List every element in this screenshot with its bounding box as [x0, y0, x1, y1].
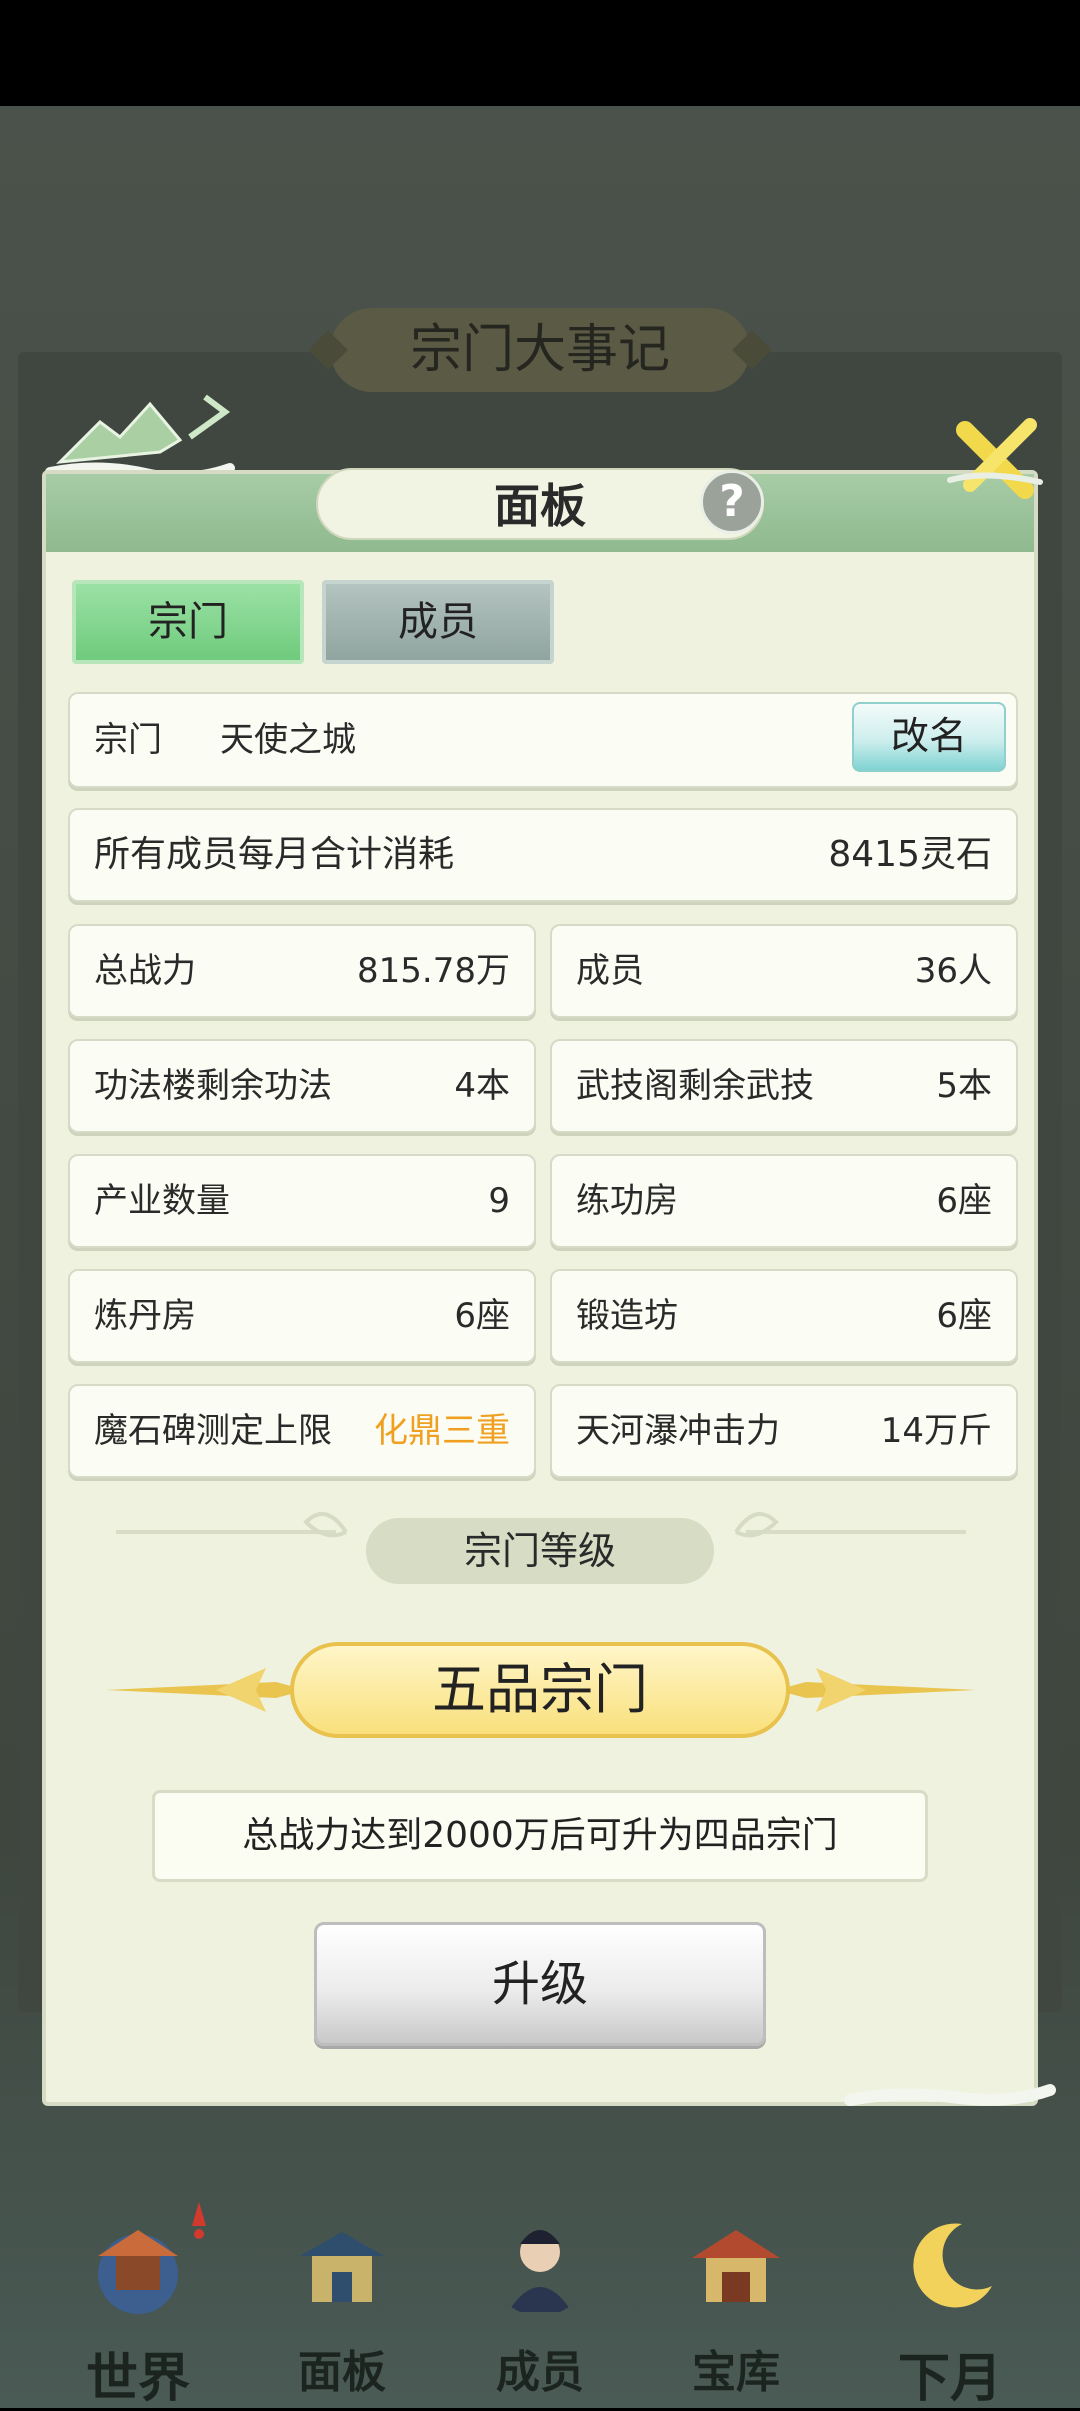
stat-value: 14万斤	[880, 1411, 992, 1451]
background-title: 宗门大事记	[330, 308, 750, 392]
sect-name-row: 宗门 天使之城 改名	[68, 692, 1018, 788]
sect-grade: 五品宗门	[290, 1642, 790, 1738]
temple-icon	[98, 2230, 178, 2314]
cloud-icon	[844, 2084, 1056, 2106]
stat-label: 武技阁剩余武技	[576, 1066, 814, 1106]
stat-value: 36人	[914, 951, 992, 991]
stat-total-power: 总战力 815.78万	[68, 924, 536, 1018]
stat-label: 锻造坊	[576, 1296, 678, 1336]
monthly-cost-row: 所有成员每月合计消耗 8415灵石	[68, 808, 1018, 902]
nav-label: 下月	[897, 2349, 1002, 2409]
dialog-title: 面板	[316, 468, 764, 540]
close-icon[interactable]	[945, 410, 1045, 510]
stat-value: 6座	[936, 1296, 992, 1336]
sect-name-label: 宗门	[94, 720, 162, 760]
stat-label: 产业数量	[94, 1181, 230, 1221]
stat-label: 练功房	[576, 1181, 678, 1221]
stat-remaining-martial-skills: 武技阁剩余武技 5本	[550, 1039, 1018, 1133]
stat-training-rooms: 练功房 6座	[550, 1154, 1018, 1248]
stat-label: 成员	[576, 951, 644, 991]
nav-treasury[interactable]: 宝库	[646, 2200, 826, 2408]
tab-sect[interactable]: 宗门	[72, 580, 304, 664]
panel-dialog: 面板 ? 宗门 成员 宗门 天使之城 改名 所有成员每月合计消耗 8415灵石 …	[42, 468, 1038, 2106]
nav-panel[interactable]: 面板	[252, 2200, 432, 2408]
alert-icon	[192, 2202, 206, 2239]
nav-label: 世界	[85, 2349, 190, 2409]
stat-forges: 锻造坊 6座	[550, 1269, 1018, 1363]
stat-members: 成员 36人	[550, 924, 1018, 1018]
nav-label: 面板	[298, 2347, 386, 2398]
treasury-icon	[692, 2230, 780, 2302]
rename-button[interactable]: 改名	[852, 702, 1006, 772]
stat-label: 炼丹房	[94, 1296, 196, 1336]
monthly-cost-value: 8415灵石	[828, 834, 992, 875]
monthly-cost-label: 所有成员每月合计消耗	[94, 834, 455, 875]
stat-label: 总战力	[94, 951, 196, 991]
nav-label: 成员	[496, 2347, 584, 2398]
stat-remaining-techniques: 功法楼剩余功法 4本	[68, 1039, 536, 1133]
moon-icon	[913, 2223, 992, 2308]
upgrade-requirement: 总战力达到2000万后可升为四品宗门	[152, 1790, 928, 1882]
stat-label: 魔石碑测定上限	[94, 1411, 332, 1451]
nav-label: 宝库	[692, 2347, 780, 2398]
stat-value: 6座	[454, 1296, 510, 1336]
stat-value: 9	[488, 1181, 510, 1221]
nav-world[interactable]: 世界	[48, 2200, 228, 2409]
disciple-icon	[508, 2230, 572, 2312]
tab-members[interactable]: 成员	[322, 580, 554, 664]
nav-next-month[interactable]: 下月	[860, 2200, 1040, 2409]
gate-icon	[300, 2232, 384, 2302]
stat-value: 6座	[936, 1181, 992, 1221]
stat-magic-stone-limit: 魔石碑测定上限 化鼎三重	[68, 1384, 536, 1478]
stat-value: 4本	[454, 1066, 510, 1106]
stat-alchemy-rooms: 炼丹房 6座	[68, 1269, 536, 1363]
sect-name-value: 天使之城	[220, 720, 356, 760]
sect-level-title: 宗门等级	[366, 1518, 714, 1584]
stat-value-highlight: 化鼎三重	[374, 1411, 510, 1451]
help-icon[interactable]: ?	[700, 470, 764, 534]
left-wing-icon	[106, 1668, 306, 1712]
stat-value: 815.78万	[357, 951, 510, 991]
stat-value: 5本	[936, 1066, 992, 1106]
right-wing-icon	[776, 1668, 976, 1712]
nav-members[interactable]: 成员	[450, 2200, 630, 2408]
stat-label: 天河瀑冲击力	[576, 1411, 780, 1451]
upgrade-button[interactable]: 升级	[314, 1922, 766, 2046]
bottom-nav: 世界 面板 成员 宝库 下月	[0, 2200, 1080, 2409]
stat-industries: 产业数量 9	[68, 1154, 536, 1248]
stat-waterfall-impact: 天河瀑冲击力 14万斤	[550, 1384, 1018, 1478]
stat-label: 功法楼剩余功法	[94, 1066, 332, 1106]
